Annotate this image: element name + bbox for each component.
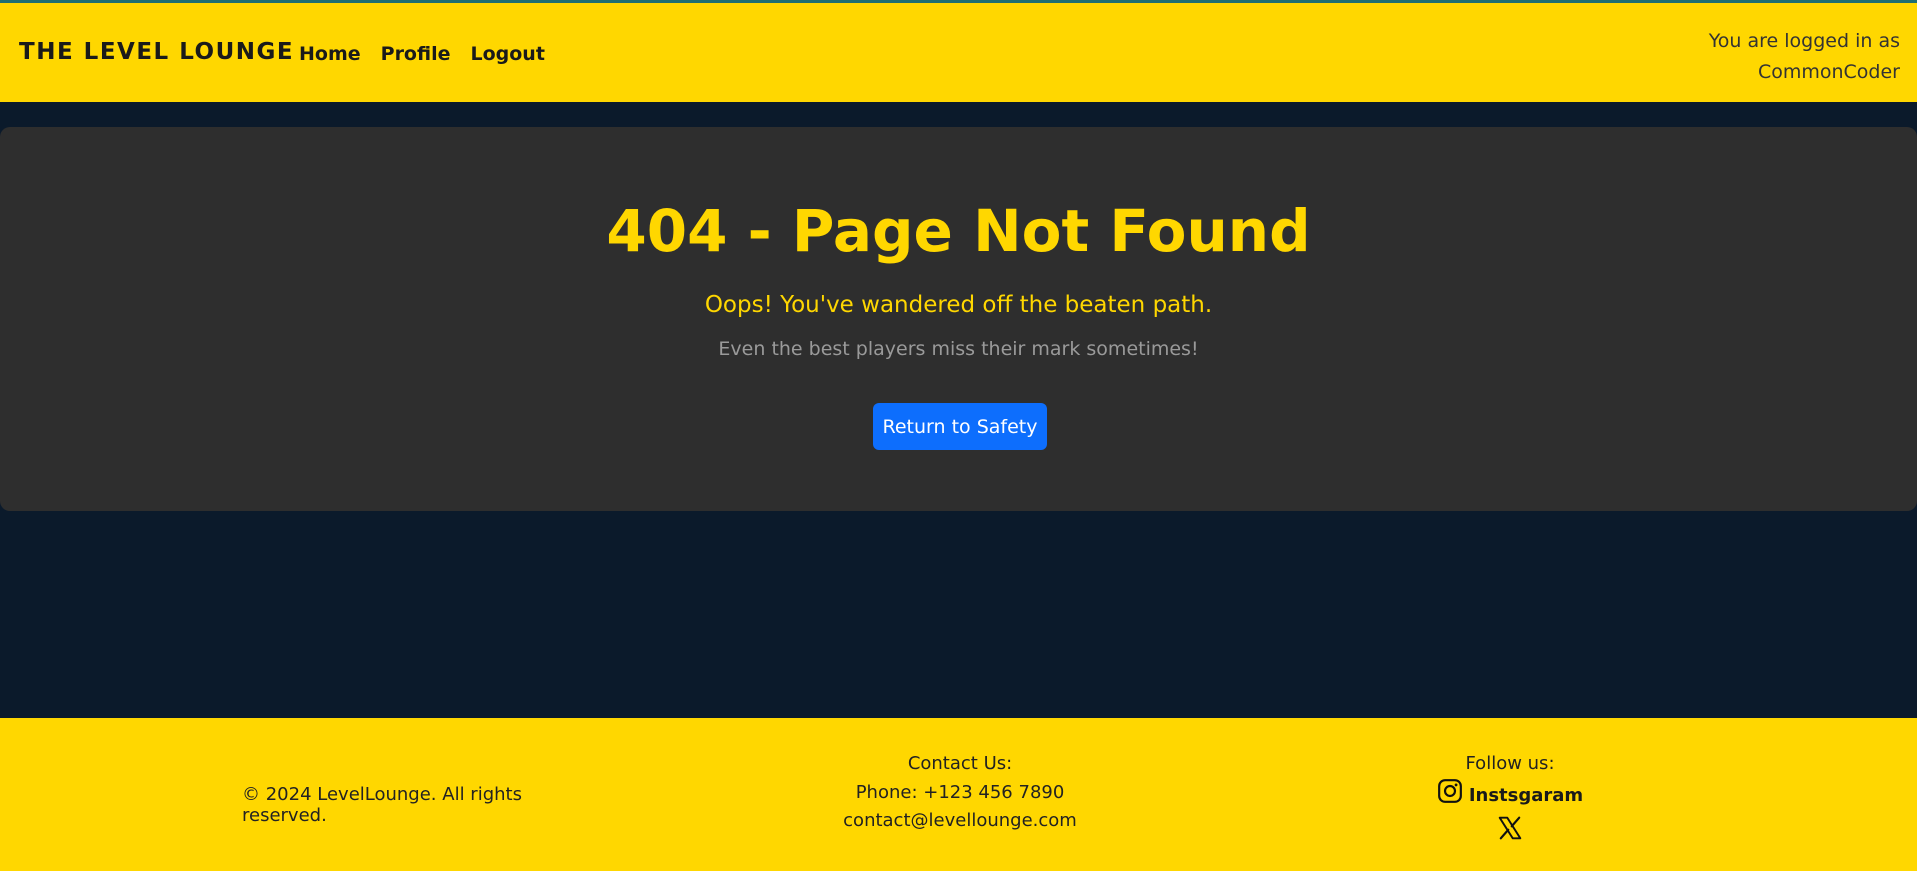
x-icon	[1497, 815, 1523, 850]
instagram-link[interactable]: Instsgaram	[1360, 778, 1660, 813]
login-status: You are logged in as CommonCoder	[1640, 26, 1900, 88]
return-to-safety-button[interactable]: Return to Safety	[873, 403, 1047, 450]
contact-email: contact@levellounge.com	[843, 810, 1077, 831]
error-title: 404 - Page Not Found	[606, 197, 1311, 265]
error-message: Even the best players miss their mark so…	[718, 338, 1199, 360]
contact-heading: Contact Us:	[907, 753, 1013, 774]
error-card: 404 - Page Not Found Oops! You've wander…	[0, 127, 1917, 511]
contact-phone: Phone: +123 456 7890	[855, 781, 1065, 803]
navbar: THE LEVEL LOUNGE Home Profile Logout You…	[0, 0, 1917, 102]
login-username: CommonCoder	[1757, 61, 1900, 83]
follow-heading: Follow us:	[1465, 753, 1555, 774]
footer-copyright: © 2024 LevelLounge. All rights reserved.	[242, 784, 522, 826]
login-status-label: You are logged in as	[1708, 30, 1900, 52]
error-subtitle: Oops! You've wandered off the beaten pat…	[704, 292, 1213, 318]
x-link[interactable]	[1497, 815, 1523, 850]
nav-links: Home Profile Logout	[299, 43, 545, 65]
nav-home[interactable]: Home	[299, 43, 361, 65]
instagram-label: Instsgaram	[1468, 784, 1584, 806]
instagram-icon	[1437, 778, 1463, 813]
brand-logo[interactable]: THE LEVEL LOUNGE	[19, 39, 294, 65]
nav-logout[interactable]: Logout	[470, 43, 544, 65]
footer-contact: Contact Us: Phone: +123 456 7890 contact…	[760, 750, 1160, 836]
nav-profile[interactable]: Profile	[381, 43, 451, 65]
footer: © 2024 LevelLounge. All rights reserved.…	[0, 718, 1917, 871]
footer-social: Follow us: Instsgaram	[1360, 750, 1660, 850]
